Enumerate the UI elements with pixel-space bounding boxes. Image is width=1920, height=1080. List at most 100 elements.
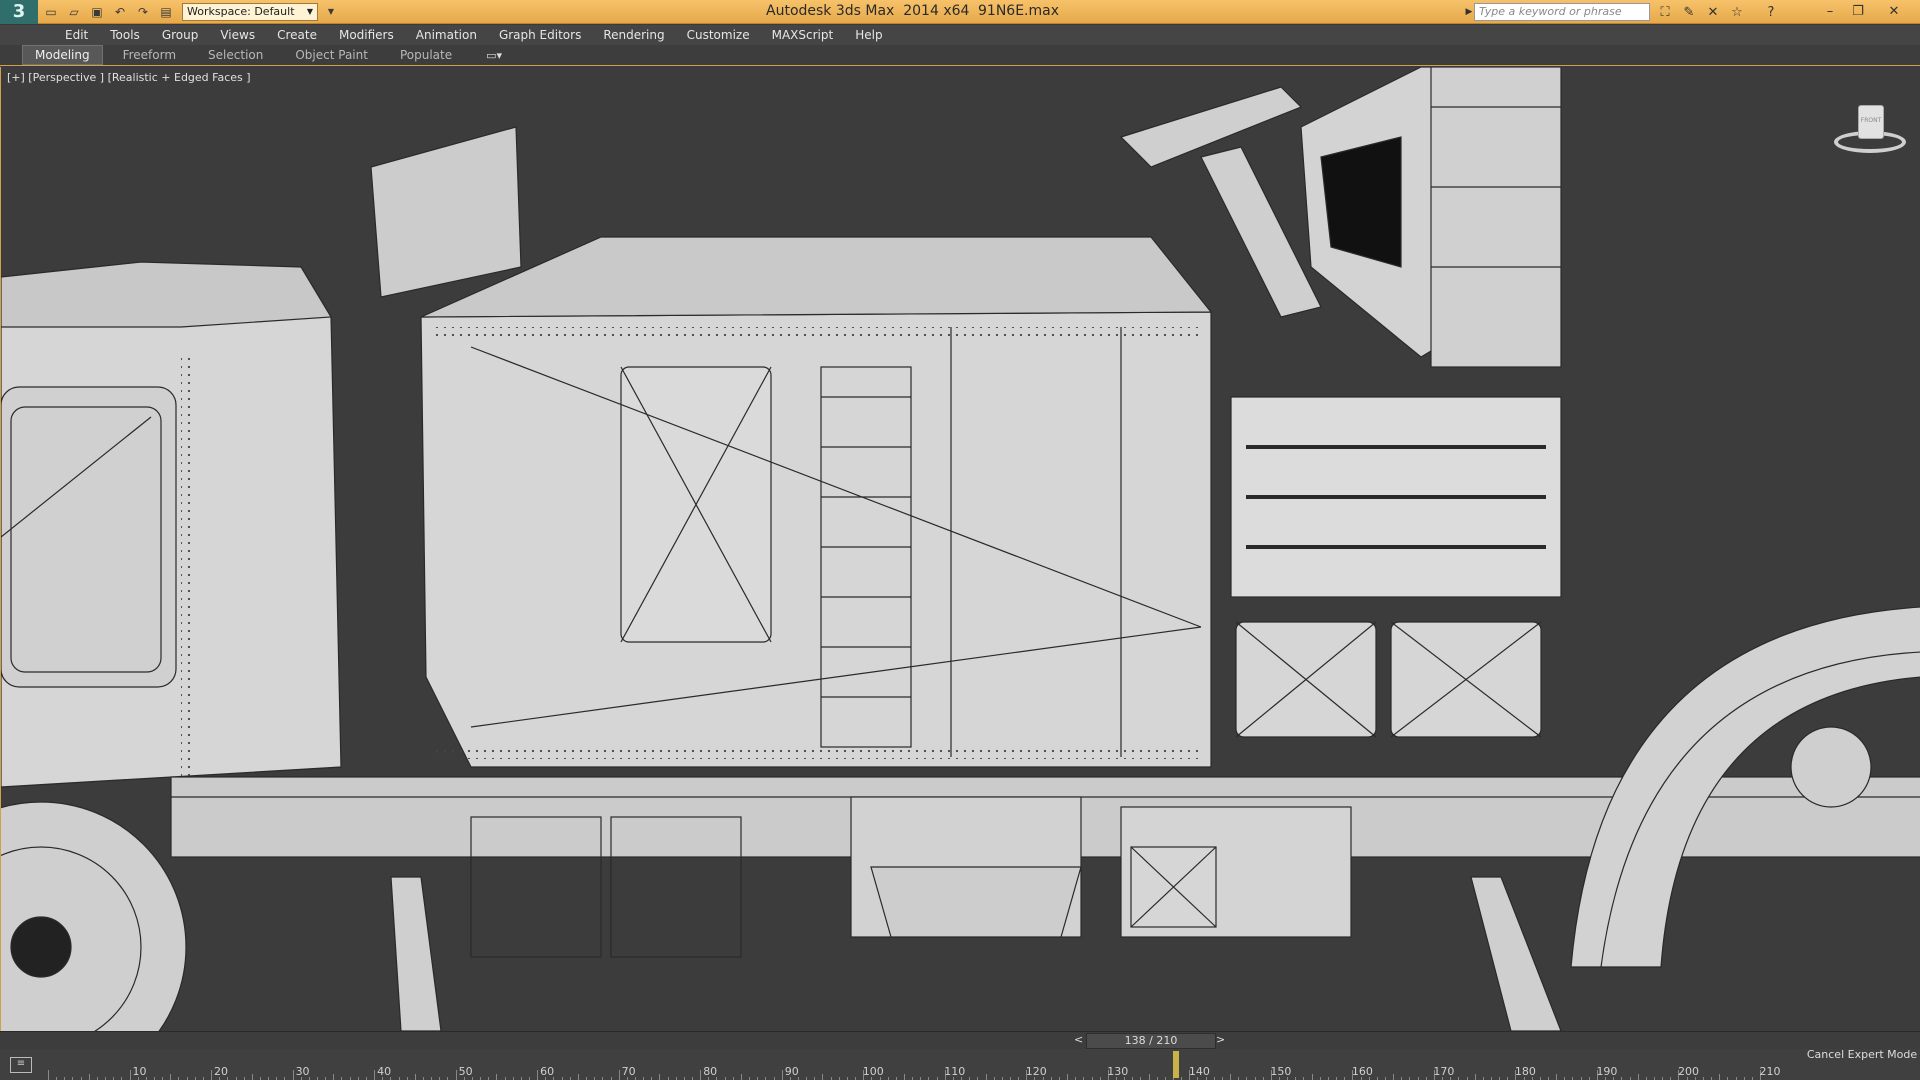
timeline-tick [985,1074,987,1080]
timeline-tick [414,1074,416,1080]
timeline-tick-label: 150 [1270,1065,1292,1078]
timeline-tick [292,1070,294,1080]
ribbon-minimize-icon[interactable]: ▭▾ [486,49,502,62]
file-name: 91N6E.max [978,3,1059,19]
current-frame-marker[interactable] [1173,1051,1180,1078]
menu-bar: Edit Tools Group Views Create Modifiers … [0,25,1920,45]
timeline-tick-label: 180 [1514,1065,1536,1078]
timeline-tick [1311,1074,1313,1080]
timeline-tick [374,1070,376,1080]
timeline-tick [618,1070,620,1080]
menu-customize[interactable]: Customize [676,28,761,42]
menu-views[interactable]: Views [209,28,266,42]
timeline-tick [88,1074,90,1080]
search-input[interactable]: Type a keyword or phrase [1474,3,1650,21]
timeline-tick [1148,1074,1150,1080]
tab-populate[interactable]: Populate [388,46,464,64]
timeline-tick [1393,1074,1395,1080]
timeline-tick [904,1074,905,1080]
save-icon[interactable]: ▣ [87,2,107,22]
minimize-button[interactable]: – [1816,0,1844,22]
timeline-tick-label: 210 [1759,1065,1781,1078]
subscription-icon[interactable]: ✎ [1680,3,1698,21]
restore-button[interactable]: ❐ [1844,0,1872,22]
timeline-tick [333,1074,335,1080]
frame-counter[interactable]: 138 / 210 [1086,1033,1216,1049]
tab-freeform[interactable]: Freeform [111,46,188,64]
communication-center-icon[interactable]: ✕ [1704,3,1722,21]
viewcube-icon[interactable]: FRONT [1832,105,1908,161]
timeline-tick [455,1070,457,1080]
title-bar: 3 ▭ ▱ ▣ ↶ ↷ ▤ Workspace: Default ▼ ▼ Aut… [0,0,1920,24]
menu-edit[interactable]: Edit [54,28,99,42]
timeline-tick [48,1070,49,1080]
ribbon-tabs: Modeling Freeform Selection Object Paint… [0,45,1920,66]
timeline-tick [537,1070,539,1080]
timeline-tick [1556,1074,1558,1080]
tab-object-paint[interactable]: Object Paint [283,46,380,64]
prev-frame-button[interactable]: < [1074,1033,1083,1046]
timeline-tick-label: 160 [1351,1065,1373,1078]
tab-modeling[interactable]: Modeling [22,45,103,65]
menu-create[interactable]: Create [266,28,328,42]
project-folder-icon[interactable]: ▤ [156,2,176,22]
timeline-tick-label: 50 [458,1065,473,1078]
track-bar[interactable]: ≡ 10 20 30 40 50 60 70 80 90 100 110 120 130 140 150 16… [0,1049,1920,1080]
menu-group[interactable]: Group [151,28,210,42]
close-button[interactable]: ✕ [1880,0,1908,22]
menu-maxscript[interactable]: MAXScript [761,28,845,42]
vehicle-model-render [1,67,1920,1031]
timeline-tick [496,1074,498,1080]
menu-graph-editors[interactable]: Graph Editors [488,28,592,42]
timeline-tick-label: 10 [132,1065,147,1078]
timeline-tick-label: 140 [1188,1065,1210,1078]
timeline-tick [129,1070,131,1080]
timeline-tick [1474,1074,1476,1080]
timeline-tick-label: 40 [377,1065,392,1078]
timeline-ruler[interactable]: 10 20 30 40 50 60 70 80 90 100 110 120 130 140 150 160 1… [48,1049,1781,1080]
timeline-tick-label: 60 [540,1065,555,1078]
timeline-tick [251,1074,253,1080]
undo-icon[interactable]: ↶ [110,2,130,22]
time-slider[interactable]: < 138 / 210 > [0,1031,1920,1049]
next-frame-button[interactable]: > [1216,1033,1225,1046]
workspace-label: Workspace: Default [187,4,295,18]
app-logo-icon[interactable]: 3 [0,0,38,24]
timeline-tick-label: 110 [944,1065,966,1078]
viewport-label[interactable]: [+] [Perspective ] [Realistic + Edged Fa… [7,71,251,84]
app-logo-text: 3 [12,1,26,22]
menu-rendering[interactable]: Rendering [592,28,675,42]
menu-help[interactable]: Help [844,28,893,42]
viewcube-face[interactable]: FRONT [1858,105,1884,139]
timeline-tick [170,1074,172,1080]
timeline-tick [740,1074,742,1080]
tab-selection[interactable]: Selection [196,46,275,64]
new-file-icon[interactable]: ▭ [41,2,61,22]
timeline-tick-label: 80 [703,1065,718,1078]
menu-animation[interactable]: Animation [405,28,488,42]
timeline-tick-label: 190 [1596,1065,1618,1078]
timeline-tick [1230,1074,1232,1080]
workspace-dropdown[interactable]: Workspace: Default ▼ [182,2,318,21]
quick-access-chevron-icon[interactable]: ▼ [321,2,341,22]
timeline-tick-label: 170 [1433,1065,1455,1078]
favorites-icon[interactable]: ☆ [1728,3,1746,21]
timeline-tick [211,1070,213,1080]
timeline-tick [577,1074,579,1080]
menu-tools[interactable]: Tools [99,28,151,42]
timeline-tick-label: 100 [862,1065,884,1078]
timeline-tick-label: 200 [1677,1065,1699,1078]
timeline-tick [1637,1074,1639,1080]
menu-modifiers[interactable]: Modifiers [328,28,405,42]
open-file-icon[interactable]: ▱ [64,2,84,22]
binoculars-icon[interactable]: ⛶ [1656,3,1674,21]
perspective-viewport[interactable]: [+] [Perspective ] [Realistic + Edged Fa… [0,67,1920,1031]
timeline-tick [822,1074,824,1080]
curve-editor-icon[interactable]: ≡ [10,1057,32,1073]
timeline-tick [700,1070,702,1080]
app-window: 3 ▭ ▱ ▣ ↶ ↷ ▤ Workspace: Default ▼ ▼ Aut… [0,0,1920,1080]
redo-icon[interactable]: ↷ [133,2,153,22]
help-icon[interactable]: ? [1762,3,1780,21]
timeline-tick-label: 20 [214,1065,229,1078]
cancel-expert-mode-button[interactable]: Cancel Expert Mode [1806,1047,1918,1063]
